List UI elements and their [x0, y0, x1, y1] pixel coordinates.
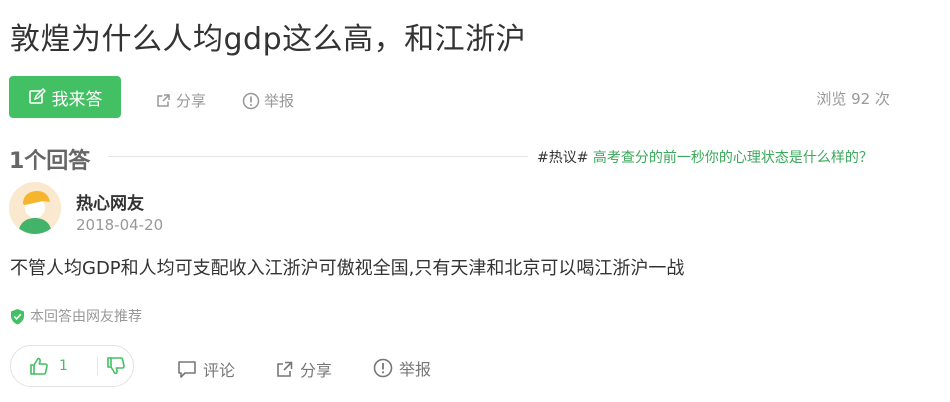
answer-count: 1个回答 — [9, 149, 91, 174]
question-report-button[interactable]: 举报 — [242, 90, 294, 111]
report-icon — [242, 92, 260, 109]
comment-button[interactable]: 评论 — [177, 357, 235, 381]
vote-box: 1 — [10, 345, 134, 387]
shield-check-icon — [11, 308, 24, 324]
answer-report-label: 举报 — [399, 360, 432, 379]
recommend-note: 本回答由网友推荐 — [10, 306, 142, 326]
avatar-icon — [9, 182, 61, 234]
thumbs-up-icon — [30, 357, 48, 375]
report-icon — [373, 358, 393, 378]
answer-report-button[interactable]: 举报 — [373, 356, 431, 380]
comment-label: 评论 — [203, 361, 236, 380]
share-icon — [277, 361, 293, 377]
comment-icon — [178, 361, 196, 378]
hot-topic: #热议# 高考查分的前一秒你的心理状态是什么样的？ — [537, 147, 873, 167]
question-share-button[interactable]: 分享 — [155, 90, 206, 111]
upvote-button[interactable]: 1 — [11, 356, 87, 376]
divider — [108, 156, 528, 157]
answer-share-label: 分享 — [300, 361, 333, 380]
share-icon — [157, 94, 170, 107]
view-count: 浏览 92 次 — [816, 90, 890, 108]
answer-content: 不管人均GDP和人均可支配收入江浙沪可傲视全国,只有天津和北京可以喝江浙沪一战 — [10, 258, 685, 279]
answer-button[interactable]: 我来答 — [9, 76, 121, 118]
avatar — [9, 182, 61, 234]
answer-date: 2018-04-20 — [76, 216, 164, 234]
question-report-label: 举报 — [264, 92, 295, 110]
thumbs-down-icon — [106, 357, 125, 375]
recommend-label: 本回答由网友推荐 — [30, 309, 142, 325]
hot-topic-link[interactable]: 高考查分的前一秒你的心理状态是什么样的？ — [593, 150, 873, 166]
edit-icon — [28, 88, 46, 104]
downvote-button[interactable] — [98, 356, 133, 376]
upvote-count: 1 — [59, 358, 68, 374]
hot-topic-tag: #热议# — [537, 150, 589, 166]
answer-button-label: 我来答 — [51, 89, 103, 110]
answerer-name[interactable]: 热心网友 — [76, 189, 144, 214]
question-share-label: 分享 — [176, 92, 207, 110]
answer-share-button[interactable]: 分享 — [275, 357, 332, 381]
question-title: 敦煌为什么人均gdp这么高，和江浙沪 — [10, 22, 527, 57]
